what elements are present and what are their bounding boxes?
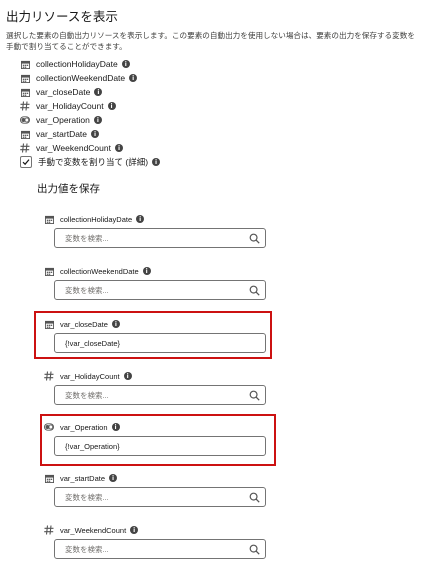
section-description: 選択した要素の自動出力リソースを表示します。この要素の自動出力を使用しない場合は… [6, 31, 415, 51]
manual-assign-row: 手動で変数を割り当て (詳細) i [20, 156, 161, 168]
search-icon[interactable] [249, 390, 260, 401]
field-label: var_HolidayCount [60, 371, 120, 381]
field-label-row: collectionHolidayDate i [44, 213, 145, 225]
search-icon[interactable] [249, 233, 260, 244]
output-item-label: var_WeekendCount [36, 143, 111, 153]
output-field: var_HolidayCount i 変数を検索... [44, 370, 266, 405]
output-item: collectionHolidayDate i [20, 57, 137, 71]
output-item-label: var_closeDate [36, 87, 91, 97]
manual-assign-checkbox[interactable] [20, 156, 32, 168]
variable-search-input[interactable]: 変数を検索... [54, 280, 266, 300]
hash-icon [44, 525, 54, 535]
output-field: collectionHolidayDate i 変数を検索... [44, 213, 266, 248]
field-label: collectionHolidayDate [60, 214, 133, 224]
output-item: var_Operation i [20, 113, 137, 127]
field-label: var_WeekendCount [60, 525, 127, 535]
output-item-label: var_startDate [36, 129, 88, 139]
field-label-row: var_startDate i [44, 472, 118, 484]
output-item-label: var_HolidayCount [36, 101, 104, 111]
hash-icon [20, 143, 30, 153]
output-item: var_WeekendCount i [20, 141, 137, 155]
calendar-icon [20, 73, 30, 83]
output-item: var_HolidayCount i [20, 99, 137, 113]
info-icon[interactable]: i [142, 267, 151, 275]
input-value: {!var_Operation} [65, 441, 120, 451]
variable-search-input[interactable]: 変数を検索... [54, 228, 266, 248]
input-placeholder: 変数を検索... [65, 233, 109, 243]
calendar-icon [44, 214, 54, 224]
input-placeholder: 変数を検索... [65, 492, 109, 502]
info-icon[interactable]: i [152, 158, 161, 166]
output-field: var_Operation i {!var_Operation} [44, 421, 266, 456]
info-icon[interactable]: i [91, 130, 100, 138]
variable-input[interactable]: {!var_closeDate} [54, 333, 266, 353]
input-value: {!var_closeDate} [65, 338, 121, 348]
toggle-icon [20, 115, 30, 125]
info-icon[interactable]: i [107, 102, 116, 110]
manual-assign-label: 手動で変数を割り当て (詳細) [38, 157, 149, 167]
info-icon[interactable]: i [129, 74, 138, 82]
field-label-row: collectionWeekendDate i [44, 265, 151, 277]
output-item: collectionWeekendDate i [20, 71, 138, 85]
info-icon[interactable]: i [111, 320, 120, 328]
calendar-icon [44, 319, 54, 329]
output-resource-list: collectionHolidayDate i collectionWeeken… [20, 57, 138, 155]
info-icon[interactable]: i [93, 116, 102, 124]
output-field: var_closeDate i {!var_closeDate} [44, 318, 266, 353]
input-placeholder: 変数を検索... [65, 544, 109, 554]
toggle-icon [44, 422, 54, 432]
search-icon[interactable] [249, 285, 260, 296]
search-icon[interactable] [249, 544, 260, 555]
field-label: collectionWeekendDate [60, 266, 139, 276]
info-icon[interactable]: i [111, 423, 120, 431]
output-field: var_WeekendCount i 変数を検索... [44, 524, 266, 559]
field-label-row: var_Operation i [44, 421, 120, 433]
save-output-heading: 出力値を保存 [37, 183, 100, 195]
hash-icon [20, 101, 30, 111]
output-field: collectionWeekendDate i 変数を検索... [44, 265, 266, 300]
calendar-icon [20, 129, 30, 139]
section-title: 出力リソースを表示 [6, 10, 118, 24]
variable-search-input[interactable]: 変数を検索... [54, 539, 266, 559]
output-item-label: var_Operation [36, 115, 90, 125]
calendar-icon [20, 59, 30, 69]
output-item: var_closeDate i [20, 85, 137, 99]
calendar-icon [20, 87, 30, 97]
output-item-label: collectionWeekendDate [36, 73, 126, 83]
field-label: var_closeDate [60, 319, 108, 329]
field-label-row: var_closeDate i [44, 318, 120, 330]
field-label-row: var_HolidayCount i [44, 370, 132, 382]
field-label: var_startDate [60, 473, 106, 483]
info-icon[interactable]: i [109, 474, 118, 482]
variable-search-input[interactable]: 変数を検索... [54, 487, 266, 507]
variable-search-input[interactable]: 変数を検索... [54, 385, 266, 405]
calendar-icon [44, 473, 54, 483]
hash-icon [44, 371, 54, 381]
info-icon[interactable]: i [94, 88, 103, 96]
info-icon[interactable]: i [130, 526, 139, 534]
info-icon[interactable]: i [121, 60, 130, 68]
input-placeholder: 変数を検索... [65, 285, 109, 295]
variable-input[interactable]: {!var_Operation} [54, 436, 266, 456]
calendar-icon [44, 266, 54, 276]
output-field: var_startDate i 変数を検索... [44, 472, 266, 507]
info-icon[interactable]: i [114, 144, 123, 152]
field-label: var_Operation [60, 422, 108, 432]
info-icon[interactable]: i [123, 372, 132, 380]
output-item: var_startDate i [20, 127, 137, 141]
output-item-label: collectionHolidayDate [36, 59, 118, 69]
input-placeholder: 変数を検索... [65, 390, 109, 400]
field-label-row: var_WeekendCount i [44, 524, 139, 536]
search-icon[interactable] [249, 492, 260, 503]
info-icon[interactable]: i [136, 215, 145, 223]
